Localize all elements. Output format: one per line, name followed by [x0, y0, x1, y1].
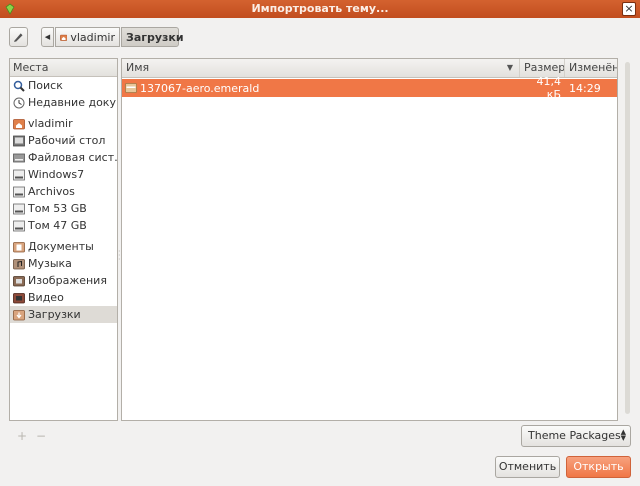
column-modified-header[interactable]: Изменён [565, 59, 617, 77]
sidebar-item-label: Том 53 GB [28, 202, 87, 215]
sidebar-item-documents[interactable]: Документы [10, 238, 117, 255]
file-size: 41,4 кБ [536, 75, 562, 101]
path-back-button[interactable]: ◀ [41, 27, 54, 47]
places-sidebar: Места Поиск Недавние доку… vladimir Рабо… [9, 58, 118, 421]
sidebar-item-label: Файловая сист… [28, 151, 117, 164]
path-button-downloads[interactable]: Загрузки [121, 27, 184, 47]
sidebar-item-home[interactable]: vladimir [10, 115, 117, 132]
file-list: Имя ▼ Размер Изменён 137067-aero.emerald… [121, 58, 618, 421]
sidebar-item-desktop[interactable]: Рабочий стол [10, 132, 117, 149]
sidebar-item-music[interactable]: Музыка [10, 255, 117, 272]
window-title: Импортровать тему... [251, 2, 389, 15]
sidebar-item-label: Поиск [28, 79, 63, 92]
sort-down-icon: ▼ [506, 63, 513, 72]
home-folder-icon [60, 34, 68, 41]
type-location-button[interactable] [9, 27, 28, 47]
sidebar-item-label: Изображения [28, 274, 107, 287]
documents-folder-icon [13, 241, 25, 252]
open-button[interactable]: Открыть [566, 456, 631, 478]
drive-icon [13, 169, 25, 180]
filter-value: Theme Packages [528, 429, 621, 442]
music-folder-icon [13, 258, 25, 269]
sidebar-item-label: Недавние доку… [28, 96, 117, 109]
file-list-scrollbar-thumb[interactable] [625, 62, 630, 414]
recent-icon [13, 97, 25, 108]
search-icon [13, 80, 25, 92]
column-name-header[interactable]: Имя ▼ [122, 59, 520, 77]
sidebar-item-volume-53gb[interactable]: Том 53 GB [10, 200, 117, 217]
sidebar-item-label: Музыка [28, 257, 72, 270]
sidebar-item-label: Windows7 [28, 168, 85, 181]
file-type-filter-select[interactable]: Theme Packages ▲ ▼ [521, 425, 631, 447]
sidebar-item-label: Том 47 GB [28, 219, 87, 232]
sidebar-item-video[interactable]: Видео [10, 289, 117, 306]
sidebar-item-filesystem[interactable]: Файловая сист… [10, 149, 117, 166]
sidebar-item-downloads[interactable]: Загрузки [10, 306, 117, 323]
sidebar-item-label: Загрузки [28, 308, 81, 321]
sidebar-item-volume-47gb[interactable]: Том 47 GB [10, 217, 117, 234]
sidebar-header: Места [10, 59, 117, 77]
file-row[interactable]: 137067-aero.emerald 41,4 кБ 14:29 [122, 75, 617, 101]
updown-arrows-icon: ▲ ▼ [620, 428, 626, 442]
sidebar-item-windows7[interactable]: Windows7 [10, 166, 117, 183]
drive-icon [13, 203, 25, 214]
filesystem-icon [13, 153, 25, 162]
drive-icon [13, 220, 25, 231]
sidebar-item-recent[interactable]: Недавние доку… [10, 94, 117, 111]
close-button[interactable]: × [622, 2, 636, 16]
remove-bookmark-button[interactable]: − [36, 429, 46, 443]
path-button-home[interactable]: vladimir [55, 27, 120, 47]
sidebar-item-label: vladimir [28, 117, 73, 130]
video-folder-icon [13, 292, 25, 303]
pencil-icon [14, 33, 23, 42]
column-label: Имя [126, 61, 150, 74]
path-button-label: vladimir [70, 30, 115, 44]
package-file-icon [125, 83, 137, 93]
sidebar-item-label: Видео [28, 291, 64, 304]
sidebar-item-search[interactable]: Поиск [10, 77, 117, 94]
desktop-icon [13, 135, 25, 146]
file-name: 137067-aero.emerald [140, 81, 260, 95]
add-bookmark-button[interactable]: + [17, 429, 27, 443]
file-list-header: Имя ▼ Размер Изменён [122, 59, 617, 78]
pictures-folder-icon [13, 275, 25, 286]
file-modified: 14:29 [569, 81, 601, 95]
sidebar-item-pictures[interactable]: Изображения [10, 272, 117, 289]
sidebar-item-archivos[interactable]: Archivos [10, 183, 117, 200]
drive-icon [13, 186, 25, 197]
column-size-header[interactable]: Размер [520, 59, 565, 77]
title-bar: Импортровать тему... × [0, 0, 640, 18]
sidebar-item-label: Archivos [28, 185, 75, 198]
home-folder-icon [13, 118, 25, 129]
cancel-button[interactable]: Отменить [495, 456, 560, 478]
file-name-cell: 137067-aero.emerald [122, 82, 520, 95]
sidebar-item-label: Документы [28, 240, 94, 253]
sidebar-item-label: Рабочий стол [28, 134, 106, 147]
downloads-folder-icon [13, 309, 25, 320]
